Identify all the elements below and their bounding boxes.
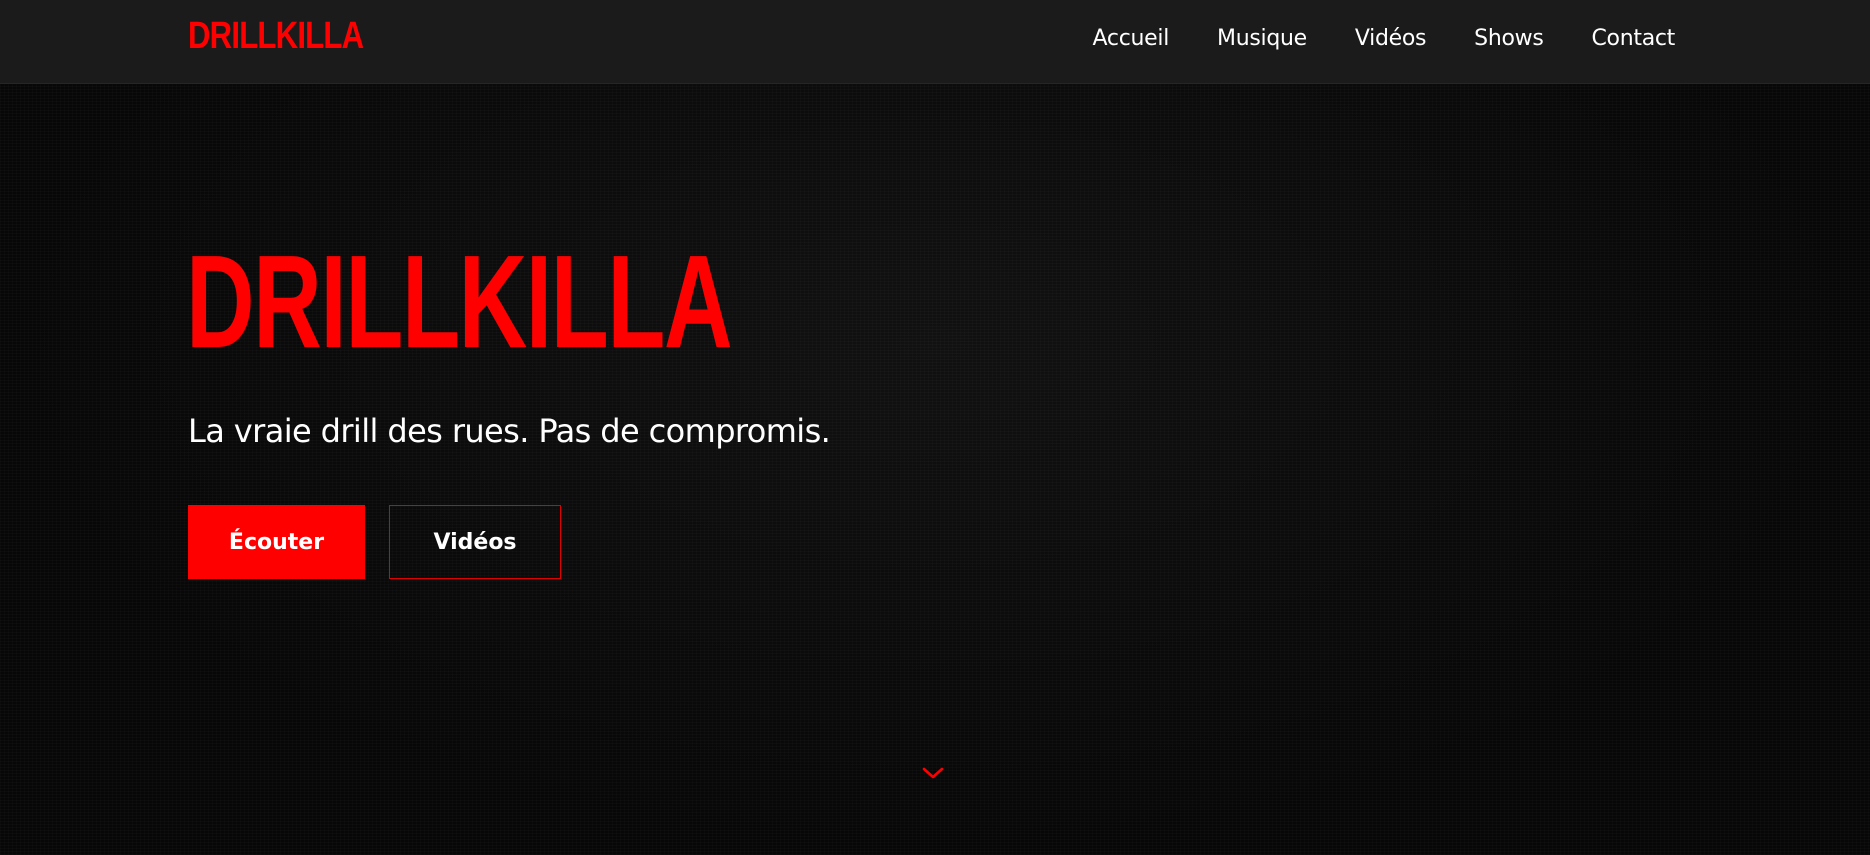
hero-title: DRILLKILLA <box>186 228 733 375</box>
brand-logo[interactable]: DRILLKILLA <box>188 14 364 58</box>
nav-link-shows[interactable]: Shows <box>1474 26 1544 51</box>
navbar: DRILLKILLA Accueil Musique Vidéos Shows … <box>0 0 1870 84</box>
nav-item: Vidéos <box>1355 26 1427 51</box>
nav-link-videos[interactable]: Vidéos <box>1355 26 1427 51</box>
hero-subtitle: La vraie drill des rues. Pas de compromi… <box>188 412 831 450</box>
nav-item: Shows <box>1474 26 1544 51</box>
videos-button[interactable]: Vidéos <box>389 505 561 579</box>
nav-item: Contact <box>1592 26 1676 51</box>
nav-link-accueil[interactable]: Accueil <box>1093 26 1170 51</box>
nav-link-contact[interactable]: Contact <box>1592 26 1676 51</box>
chevron-down-icon-svg <box>922 767 944 779</box>
chevron-down-icon[interactable] <box>921 765 945 781</box>
page: DRILLKILLA Accueil Musique Vidéos Shows … <box>0 0 1870 855</box>
nav-link-musique[interactable]: Musique <box>1217 26 1307 51</box>
nav-item: Musique <box>1217 26 1307 51</box>
listen-button[interactable]: Écouter <box>188 505 365 579</box>
nav-item: Accueil <box>1093 26 1170 51</box>
main-nav: Accueil Musique Vidéos Shows Contact <box>1045 0 1676 76</box>
